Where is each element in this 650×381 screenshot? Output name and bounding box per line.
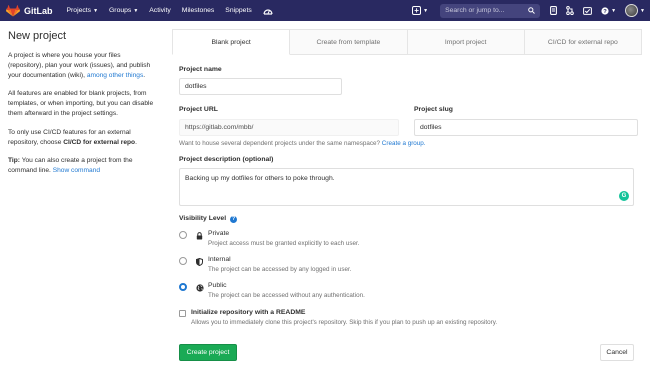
intro-paragraph: A project is where you house your files …: [8, 51, 156, 80]
help-button[interactable]: ? ▼: [601, 6, 617, 15]
lock-icon: [195, 231, 204, 240]
tab-cicd-external-repo[interactable]: CI/CD for external repo: [524, 29, 642, 54]
tab-create-from-template[interactable]: Create from template: [290, 29, 408, 54]
issues-icon: [550, 6, 558, 15]
readme-desc: Allows you to immediately clone this pro…: [191, 319, 498, 326]
globe-icon: [195, 283, 204, 292]
nav-links: Projects ▼ Groups ▼ Activity Milestones Sn…: [67, 6, 284, 15]
nav-groups[interactable]: Groups ▼: [109, 7, 138, 14]
readme-checkbox[interactable]: [179, 310, 186, 317]
readme-text: Initialize repository with a README Allo…: [191, 309, 497, 326]
search-icon: [528, 7, 535, 14]
nav-groups-label: Groups: [109, 7, 132, 14]
features-paragraph: All features are enabled for blank proje…: [8, 90, 154, 117]
project-description-text: Backing up my dotfiles for others to pok…: [185, 175, 335, 182]
visibility-public-text: Public The project can be accessed witho…: [208, 282, 365, 299]
chevron-down-icon: ▼: [640, 7, 645, 14]
plus-square-icon: +: [412, 6, 422, 15]
merge-request-icon: [566, 6, 574, 15]
visibility-internal-desc: The project can be accessed by any logge…: [208, 266, 352, 273]
chevron-down-icon: ▼: [423, 7, 429, 14]
nav-milestones[interactable]: Milestones: [182, 7, 215, 14]
namespace-help-text: Want to house several dependent projects…: [179, 140, 381, 147]
sidebar-info: New project A project is where you house…: [8, 30, 156, 185]
issues-button[interactable]: [550, 6, 558, 15]
gauge-icon: [263, 9, 273, 15]
shield-icon: [195, 257, 204, 266]
show-command-link[interactable]: Show command: [53, 167, 100, 174]
create-project-button[interactable]: Create project: [179, 344, 237, 361]
visibility-private-option[interactable]: Private Project access must be granted e…: [179, 230, 360, 247]
search-input[interactable]: [445, 7, 524, 14]
intro-end: .: [143, 71, 146, 79]
avatar: [625, 4, 639, 17]
grammarly-icon[interactable]: G: [619, 191, 629, 201]
project-description-label: Project description (optional): [179, 156, 274, 163]
project-slug-field[interactable]: dotfiles: [414, 119, 638, 136]
project-url-label: Project URL: [179, 106, 218, 113]
question-icon: ?: [601, 6, 609, 15]
cicd-bold: CI/CD for external repo: [63, 138, 136, 146]
namespace-help: Want to house several dependent projects…: [179, 140, 426, 147]
question-circle-icon[interactable]: ?: [230, 216, 237, 223]
tip-label: Tip:: [8, 157, 20, 165]
tab-import-project[interactable]: Import project: [407, 29, 525, 54]
chevron-down-icon: ▼: [611, 7, 617, 14]
search-box[interactable]: [440, 3, 541, 18]
visibility-public-option[interactable]: Public The project can be accessed witho…: [179, 282, 365, 299]
nav-activity[interactable]: Activity: [149, 7, 171, 14]
chevron-down-icon: ▼: [93, 7, 99, 14]
new-dropdown-button[interactable]: + ▼: [412, 6, 428, 15]
visibility-level-label: Visibility Level ?: [179, 215, 237, 223]
project-name-label: Project name: [179, 66, 222, 73]
nav-snippets[interactable]: Snippets: [225, 7, 251, 14]
user-menu-button[interactable]: ▼: [625, 4, 645, 17]
visibility-level-text: Visibility Level: [179, 215, 227, 222]
brand-name: GitLab: [24, 5, 53, 16]
visibility-internal-text: Internal The project can be accessed by …: [208, 256, 352, 273]
cicd-end: .: [135, 138, 137, 146]
tip-paragraph: Tip: You can also create a project from …: [8, 156, 156, 176]
visibility-private-title: Private: [208, 230, 230, 237]
project-slug-label: Project slug: [414, 106, 453, 113]
cancel-button[interactable]: Cancel: [600, 344, 634, 361]
visibility-public-desc: The project can be accessed without any …: [208, 292, 365, 299]
project-url-field: https://gitlab.com/mbb/: [179, 119, 399, 136]
visibility-internal-radio[interactable]: [179, 257, 187, 265]
nav-analytics-button[interactable]: [263, 6, 273, 15]
among-other-things-link[interactable]: among other things: [87, 72, 143, 79]
readme-label: Initialize repository with a README: [191, 309, 306, 316]
visibility-private-desc: Project access must be granted explicitl…: [208, 240, 360, 247]
nav-right: + ▼ Search or jump to... ? ▼ ▼: [412, 0, 645, 21]
visibility-internal-title: Internal: [208, 256, 231, 263]
visibility-public-title: Public: [208, 282, 227, 289]
page-title: New project: [8, 30, 67, 42]
nav-projects-label: Projects: [66, 7, 92, 14]
check-square-icon: [583, 6, 592, 15]
project-description-field[interactable]: Backing up my dotfiles for others to pok…: [179, 168, 634, 206]
chevron-down-icon: ▼: [133, 7, 139, 14]
gitlab-home-link[interactable]: GitLab: [6, 4, 53, 17]
visibility-internal-option[interactable]: Internal The project can be accessed by …: [179, 256, 352, 273]
project-tabs: Blank project Create from template Impor…: [172, 29, 642, 55]
readme-option[interactable]: Initialize repository with a README Allo…: [179, 309, 497, 326]
nav-projects[interactable]: Projects ▼: [67, 7, 99, 14]
visibility-private-text: Private Project access must be granted e…: [208, 230, 360, 247]
visibility-public-radio[interactable]: [179, 283, 187, 291]
gitlab-logo-icon: [6, 4, 20, 16]
create-group-link[interactable]: Create a group.: [382, 140, 426, 147]
svg-text:?: ?: [603, 9, 607, 15]
tab-blank-project[interactable]: Blank project: [172, 29, 291, 55]
top-navbar: GitLab Projects ▼ Groups ▼ Activity Milest…: [0, 0, 650, 21]
project-name-field[interactable]: dotfiles: [179, 78, 342, 95]
merge-requests-button[interactable]: [566, 6, 574, 15]
visibility-private-radio[interactable]: [179, 231, 187, 239]
cicd-paragraph: To only use CI/CD features for an extern…: [8, 128, 156, 148]
todos-button[interactable]: [583, 6, 592, 15]
